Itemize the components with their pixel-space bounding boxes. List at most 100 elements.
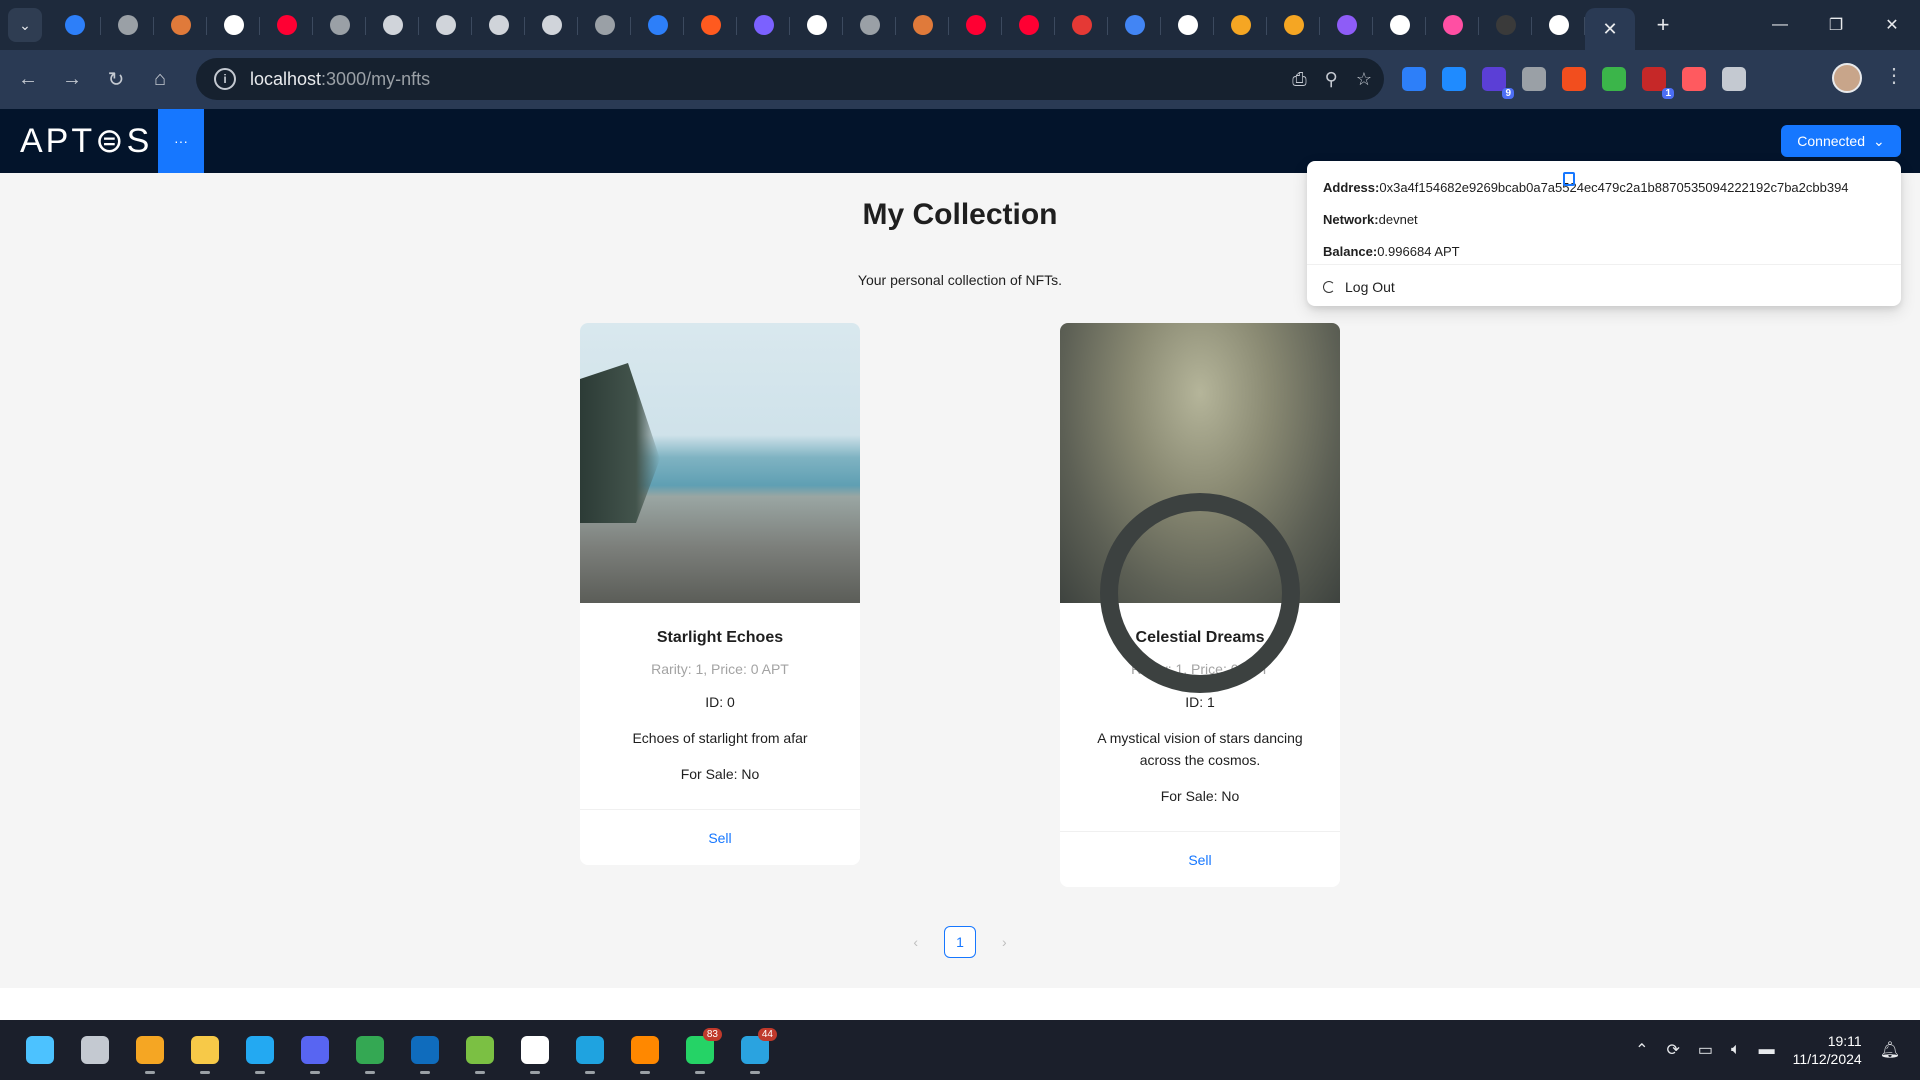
wallet-address: 0x3a4f154682e9269bcab0a7a5524ec479c2a1b8… [1379, 180, 1849, 195]
browser-tab[interactable] [207, 5, 260, 45]
browser-tab[interactable] [737, 5, 790, 45]
address-label: Address: [1323, 180, 1380, 195]
browser-tab[interactable] [525, 5, 578, 45]
colorful-extension-icon[interactable] [1602, 67, 1626, 91]
browser-tab[interactable] [366, 5, 419, 45]
vscode-icon[interactable] [240, 1030, 280, 1074]
vlc-icon[interactable] [625, 1030, 665, 1074]
site-info-icon[interactable]: i [214, 68, 236, 90]
browser-tab[interactable] [260, 5, 313, 45]
browser-tab[interactable] [419, 5, 472, 45]
url-host: localhost [250, 68, 322, 89]
browser-tab[interactable] [48, 5, 101, 45]
aptos-logo[interactable]: APT⊜S [20, 121, 152, 161]
chrome-icon[interactable] [350, 1030, 390, 1074]
connected-wallet-button[interactable]: Connected ⌄ [1781, 125, 1901, 157]
forward-button[interactable]: → [50, 58, 94, 102]
install-app-icon[interactable]: ⎙ [1292, 69, 1306, 90]
windows-taskbar: 83 44 ⌃ ⟳ ▭ 🔈︎ ▬ 19:11 11/12/2024 🔔︎ [0, 1020, 1920, 1080]
pagination-page-1[interactable]: 1 [944, 926, 976, 958]
minimize-button[interactable]: — [1752, 0, 1808, 50]
browser-tab[interactable] [1214, 5, 1267, 45]
battery-icon[interactable]: ▬ [1759, 1041, 1775, 1059]
browser-tab[interactable] [472, 5, 525, 45]
whatsapp-icon[interactable]: 83 [680, 1028, 722, 1074]
red-extension-icon[interactable]: 1 [1642, 67, 1674, 99]
restore-button[interactable]: ❐ [1808, 0, 1864, 50]
sell-button[interactable]: Sell [1188, 852, 1211, 868]
task-view-icon[interactable] [75, 1030, 115, 1070]
extensions-row: 91 [1402, 58, 1746, 100]
browser-tab[interactable] [949, 5, 1002, 45]
wallet-balance: 0.996684 APT [1377, 244, 1460, 259]
browser-tab[interactable] [1002, 5, 1055, 45]
pagination-prev[interactable]: ‹ [913, 934, 918, 950]
network-icon[interactable]: ▭ [1698, 1040, 1713, 1060]
clock[interactable]: 19:11 11/12/2024 [1793, 1032, 1862, 1068]
browser-tab[interactable] [1426, 5, 1479, 45]
star-icon [1230, 15, 1251, 35]
running-indicator [255, 1071, 265, 1074]
system-tray: ⌃ ⟳ ▭ 🔈︎ ▬ 19:11 11/12/2024 🔔︎ [1635, 1030, 1900, 1070]
browser-tab[interactable] [843, 5, 896, 45]
file-explorer-icon[interactable] [185, 1030, 225, 1074]
browser-tab[interactable] [1108, 5, 1161, 45]
browser-tab[interactable] [1320, 5, 1373, 45]
chevron-up-icon[interactable]: ⌃ [1635, 1040, 1648, 1060]
browser-tab[interactable] [578, 5, 631, 45]
browser-tab[interactable] [1161, 5, 1214, 45]
notification-bell-icon[interactable]: 🔔︎ [1880, 1040, 1900, 1060]
browser-tab[interactable] [684, 5, 737, 45]
volume-icon[interactable]: 🔈︎ [1731, 1041, 1741, 1059]
pagination-next[interactable]: › [1002, 934, 1007, 950]
new-tab-button[interactable]: + [1643, 5, 1683, 45]
windows-start-icon[interactable] [20, 1030, 60, 1070]
active-tab-close-button[interactable]: ✕ [1585, 8, 1635, 50]
address-bar[interactable]: i localhost:3000/my-nfts ⎙ ⚲ ☆ [196, 58, 1384, 100]
browser-tab[interactable] [101, 5, 154, 45]
browser-tab[interactable] [1373, 5, 1426, 45]
browser-tab[interactable] [896, 5, 949, 45]
zoom-extension-icon[interactable] [1522, 67, 1546, 91]
telegram-icon[interactable]: 44 [735, 1028, 777, 1074]
shazam-extension-icon[interactable] [1442, 67, 1466, 91]
close-window-button[interactable]: ✕ [1864, 0, 1920, 50]
browser-tab[interactable] [1479, 5, 1532, 45]
discord-icon[interactable] [295, 1030, 335, 1074]
profile-avatar[interactable] [1832, 63, 1862, 93]
browser-tab[interactable] [1267, 5, 1320, 45]
reload-button[interactable]: ↻ [94, 58, 138, 102]
running-indicator [585, 1071, 595, 1074]
home-button[interactable]: ⌂ [138, 58, 182, 102]
colorful-app-icon[interactable] [460, 1030, 500, 1074]
nav-menu-button[interactable]: ··· [158, 109, 204, 173]
browser-tab[interactable] [154, 5, 207, 45]
back-button[interactable]: ← [6, 58, 50, 102]
sync-icon[interactable]: ⟳ [1667, 1040, 1680, 1060]
figma-extension-icon[interactable] [1562, 67, 1586, 91]
diamond-icon [64, 15, 85, 35]
chrome-menu-icon[interactable]: ⋮ [1884, 63, 1904, 88]
wallet-extension-icon[interactable]: 9 [1482, 67, 1514, 99]
browser-tab[interactable] [313, 5, 366, 45]
gem-extension-icon[interactable] [1402, 67, 1426, 91]
browser-tab[interactable] [631, 5, 684, 45]
browser-tab[interactable] [1055, 5, 1108, 45]
sell-button[interactable]: Sell [708, 830, 731, 846]
p-extension-icon[interactable] [1682, 67, 1706, 91]
github-icon [806, 15, 827, 35]
notion-icon[interactable] [515, 1030, 555, 1074]
copy-address-icon[interactable] [1563, 172, 1575, 186]
zoom-icon[interactable]: ⚲ [1325, 69, 1338, 90]
edge-icon[interactable] [570, 1030, 610, 1074]
search-icon[interactable] [130, 1030, 170, 1074]
running-indicator [365, 1071, 375, 1074]
browser-tab[interactable] [790, 5, 843, 45]
puzzle-extension-icon[interactable] [1722, 67, 1746, 91]
youtube-icon [1018, 15, 1039, 35]
bookmark-star-icon[interactable]: ☆ [1356, 69, 1372, 90]
windows-start-icon-glyph [26, 1036, 54, 1064]
tab-search-button[interactable]: ⌄ [8, 8, 42, 42]
browser-tab[interactable] [1532, 5, 1585, 45]
outlook-icon[interactable] [405, 1030, 445, 1074]
